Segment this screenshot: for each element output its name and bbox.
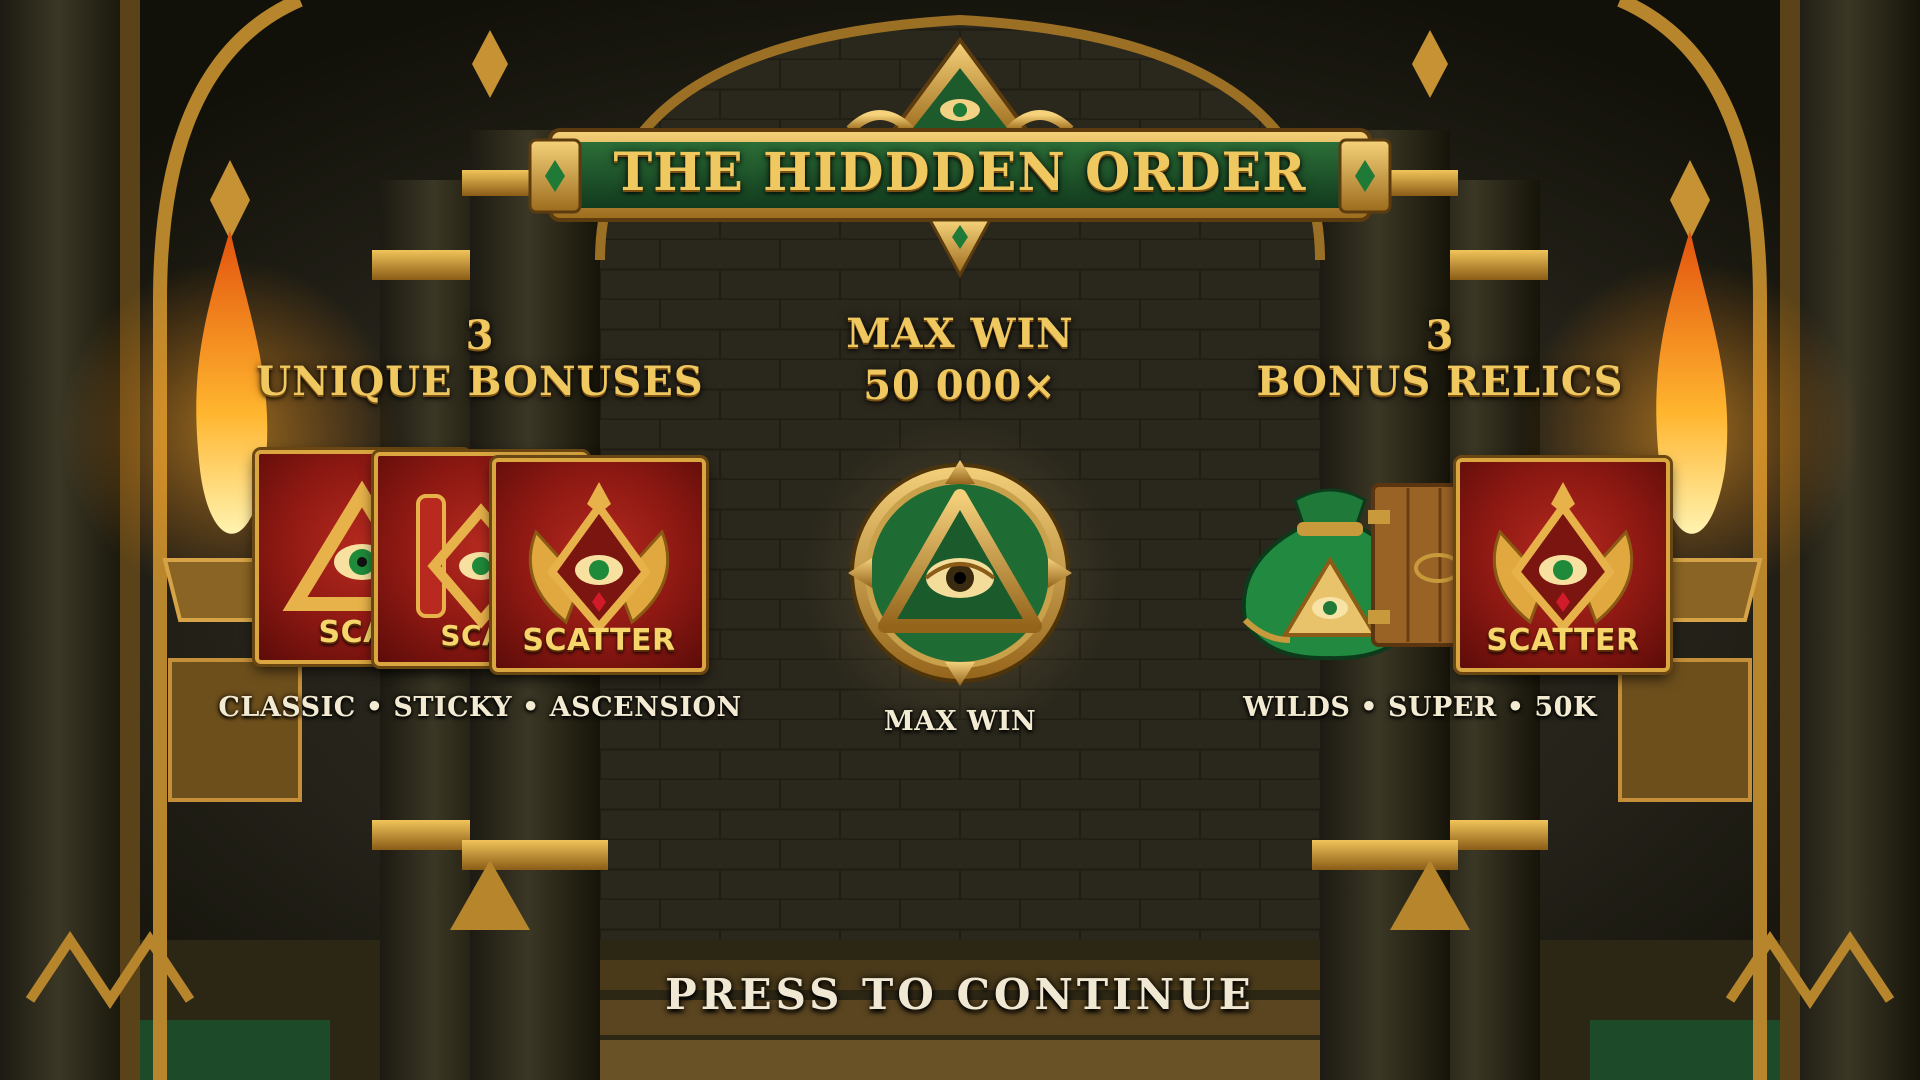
press-to-continue-button[interactable]: PRESS TO CONTINUE — [560, 970, 1360, 1019]
left-count: 3 — [465, 312, 495, 359]
all-seeing-eye-medallion-icon — [802, 420, 1118, 736]
right-heading: BONUS RELICS — [1256, 358, 1624, 405]
splash-screen[interactable]: THE HIDDDEN ORDER 3 UNIQUE BONUSES SCAT … — [0, 0, 1920, 1080]
max-win-caption: MAX WIN — [883, 706, 1037, 737]
left-heading: UNIQUE BONUSES — [256, 358, 704, 405]
max-win-value: 50 000× — [863, 362, 1057, 409]
scatter-label: SCATTER — [522, 623, 676, 658]
max-win-heading: MAX WIN — [846, 310, 1074, 357]
game-title: THE HIDDDEN ORDER — [613, 142, 1307, 203]
left-caption: CLASSIC • STICKY • ASCENSION — [218, 692, 742, 723]
right-caption: WILDS • SUPER • 50K — [1243, 692, 1597, 723]
right-count: 3 — [1425, 312, 1455, 359]
scatter-card-relic: SCATTER — [1456, 458, 1670, 672]
scatter-card-ascension: SCATTER — [492, 458, 706, 672]
scatter-label: SCATTER — [1486, 623, 1640, 658]
